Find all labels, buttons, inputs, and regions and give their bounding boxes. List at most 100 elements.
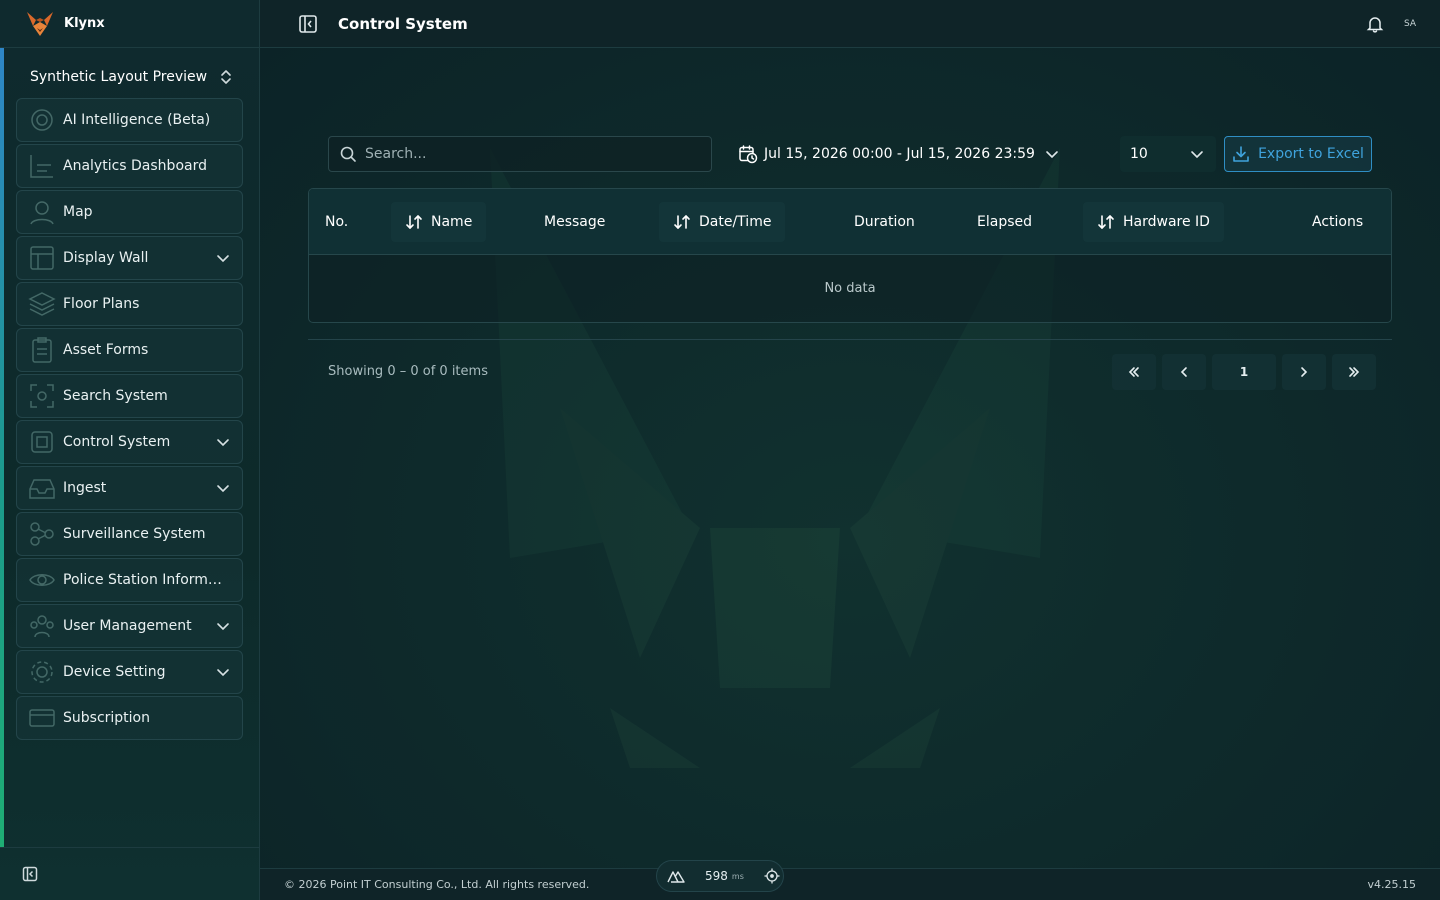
fox-logo-icon	[24, 8, 56, 40]
page-size-select[interactable]: 10	[1120, 136, 1216, 172]
inbox-icon	[27, 473, 57, 503]
column-label: Actions	[1312, 214, 1364, 230]
sidebar-nav: AI Intelligence (Beta) Analytics Dashboa…	[0, 98, 259, 740]
sidebar-item-label: AI Intelligence (Beta)	[63, 112, 211, 128]
column-label: Elapsed	[977, 214, 1032, 230]
chevrons-left-icon	[1128, 367, 1139, 377]
layers-icon	[27, 289, 57, 319]
sidebar-accent-bar	[0, 48, 4, 848]
chevron-down-icon	[216, 251, 230, 265]
next-page-button[interactable]	[1282, 354, 1326, 390]
pagination: 1	[1112, 354, 1376, 390]
chevron-down-icon	[216, 481, 230, 495]
sidebar: Klynx Synthetic Layout Preview AI Intell…	[0, 0, 260, 900]
column-label: Hardware ID	[1123, 214, 1210, 230]
scan-icon	[27, 381, 57, 411]
sidebar-item-label: Analytics Dashboard	[63, 158, 207, 174]
sidebar-item-surveillance-system[interactable]: Surveillance System	[16, 512, 243, 556]
users-icon	[27, 611, 57, 641]
sidebar-item-ai-intelligence[interactable]: AI Intelligence (Beta)	[16, 98, 243, 142]
last-page-button[interactable]	[1332, 354, 1376, 390]
clipboard-icon	[27, 335, 57, 365]
prev-page-button[interactable]	[1162, 354, 1206, 390]
sort-icon	[674, 215, 690, 229]
calendar-clock-icon	[738, 144, 758, 164]
column-header-actions: Actions	[1312, 189, 1363, 255]
chevron-down-icon	[1190, 147, 1204, 161]
sort-name-button[interactable]: Name	[391, 202, 487, 242]
sidebar-item-label: Ingest	[63, 480, 107, 496]
sidebar-item-label: Display Wall	[63, 250, 149, 266]
ai-icon	[27, 105, 57, 135]
date-range-picker[interactable]: Jul 15, 2026 00:00 - Jul 15, 2026 23:59	[738, 136, 1059, 172]
sidebar-item-label: Map	[63, 204, 93, 220]
brand[interactable]: Klynx	[0, 0, 259, 48]
empty-state: No data	[824, 281, 876, 296]
sidebar-item-asset-forms[interactable]: Asset Forms	[16, 328, 243, 372]
sidebar-item-label: Subscription	[63, 710, 150, 726]
table-toolbar: Jul 15, 2026 00:00 - Jul 15, 2026 23:59 …	[328, 136, 1372, 172]
export-excel-button[interactable]: Export to Excel	[1224, 136, 1372, 172]
sidebar-item-map[interactable]: Map	[16, 190, 243, 234]
column-label: No.	[325, 214, 349, 230]
sidebar-item-police-station[interactable]: Police Station Informati...	[16, 558, 243, 602]
sidebar-item-ingest[interactable]: Ingest	[16, 466, 243, 510]
layout-icon	[27, 243, 57, 273]
pagination-summary: Showing 0 – 0 of 0 items	[328, 364, 488, 379]
sidebar-item-user-management[interactable]: User Management	[16, 604, 243, 648]
sidebar-item-device-setting[interactable]: Device Setting	[16, 650, 243, 694]
sort-icon	[1098, 215, 1114, 229]
sidebar-item-label: Device Setting	[63, 664, 166, 680]
download-icon	[1233, 146, 1249, 162]
sidebar-item-display-wall[interactable]: Display Wall	[16, 236, 243, 280]
column-label: Date/Time	[699, 214, 772, 230]
sidebar-item-label: Surveillance System	[63, 526, 206, 542]
sidebar-item-analytics-dashboard[interactable]: Analytics Dashboard	[16, 144, 243, 188]
map-pin-icon	[27, 197, 57, 227]
network-icon	[27, 519, 57, 549]
perf-unit: ms	[731, 871, 744, 881]
search-box[interactable]	[328, 136, 712, 172]
page-1-button[interactable]: 1	[1212, 354, 1276, 390]
panel-toggle-icon[interactable]	[298, 14, 318, 34]
sort-datetime-button[interactable]: Date/Time	[659, 202, 786, 242]
export-label: Export to Excel	[1258, 146, 1364, 162]
table-header: No. Name Message Date/Time Duration Elap…	[309, 189, 1391, 255]
gear-icon	[27, 657, 57, 687]
chevron-down-icon	[1045, 147, 1059, 161]
divider	[308, 339, 1392, 340]
sidebar-item-label: User Management	[63, 618, 192, 634]
first-page-button[interactable]	[1112, 354, 1156, 390]
column-header-datetime: Date/Time	[659, 189, 786, 255]
sidebar-collapse-icon[interactable]	[22, 866, 38, 882]
avatar[interactable]: SA	[1404, 19, 1416, 29]
column-header-duration: Duration	[854, 189, 915, 255]
sidebar-item-label: Asset Forms	[63, 342, 149, 358]
sidebar-item-subscription[interactable]: Subscription	[16, 696, 243, 740]
search-input[interactable]	[365, 146, 685, 162]
column-header-message: Message	[544, 189, 605, 255]
sidebar-item-search-system[interactable]: Search System	[16, 374, 243, 418]
sidebar-item-floor-plans[interactable]: Floor Plans	[16, 282, 243, 326]
date-range-value: Jul 15, 2026 00:00 - Jul 15, 2026 23:59	[764, 146, 1035, 162]
column-header-no: No.	[325, 189, 348, 255]
bell-icon[interactable]	[1366, 15, 1384, 33]
sidebar-item-label: Police Station Informati...	[63, 572, 230, 588]
chevron-left-icon	[1180, 367, 1187, 377]
sidebar-item-label: Floor Plans	[63, 296, 140, 312]
search-icon	[339, 145, 357, 163]
crosshair-icon[interactable]	[764, 868, 780, 884]
workspace-switcher[interactable]: Synthetic Layout Preview	[4, 52, 259, 102]
sort-hardware-id-button[interactable]: Hardware ID	[1083, 202, 1224, 242]
brand-name: Klynx	[64, 16, 105, 31]
sidebar-item-label: Control System	[63, 434, 171, 450]
perf-widget[interactable]: 598 ms	[656, 860, 784, 892]
sidebar-item-control-system[interactable]: Control System	[16, 420, 243, 464]
column-header-name: Name	[391, 189, 487, 255]
version: v4.25.15	[1367, 878, 1417, 891]
column-header-elapsed: Elapsed	[977, 189, 1032, 255]
card-icon	[27, 703, 57, 733]
page-title: Control System	[338, 14, 468, 33]
column-label: Duration	[854, 214, 915, 230]
data-table: No. Name Message Date/Time Duration Elap…	[308, 188, 1392, 323]
